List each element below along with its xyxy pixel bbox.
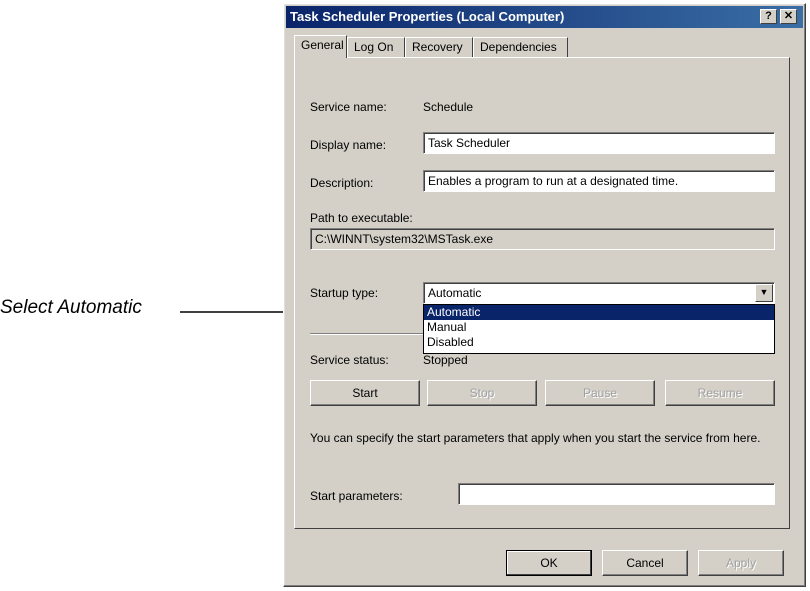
service-status-value: Stopped: [423, 353, 468, 367]
stop-button[interactable]: Stop: [427, 380, 537, 406]
tab-recovery[interactable]: Recovery: [405, 37, 473, 57]
service-name-value: Schedule: [423, 100, 474, 114]
path-label: Path to executable:: [310, 211, 413, 225]
startup-type-select[interactable]: Automatic ▼: [423, 282, 775, 304]
service-status-label: Service status:: [310, 353, 389, 367]
callout-label: Select Automatic: [0, 297, 142, 318]
tab-log-on[interactable]: Log On: [347, 37, 405, 57]
startup-type-label: Startup type:: [310, 286, 379, 300]
properties-dialog: Task Scheduler Properties (Local Compute…: [283, 3, 806, 587]
start-params-label: Start parameters:: [310, 489, 403, 503]
path-field: C:\WINNT\system32\MSTask.exe: [310, 228, 775, 250]
chevron-down-icon[interactable]: ▼: [755, 284, 773, 302]
resume-button[interactable]: Resume: [665, 380, 775, 406]
startup-type-value: Automatic: [428, 286, 482, 300]
pause-button[interactable]: Pause: [545, 380, 655, 406]
display-name-label: Display name:: [310, 138, 387, 152]
tab-dependencies[interactable]: Dependencies: [473, 37, 568, 57]
title-bar[interactable]: Task Scheduler Properties (Local Compute…: [286, 6, 803, 28]
start-params-hint: You can specify the start parameters tha…: [310, 431, 761, 445]
service-name-label: Service name:: [310, 100, 387, 114]
option-automatic[interactable]: Automatic: [424, 305, 774, 320]
window-title: Task Scheduler Properties (Local Compute…: [290, 9, 565, 24]
option-disabled[interactable]: Disabled: [424, 335, 774, 350]
help-button[interactable]: ?: [760, 9, 777, 24]
apply-button[interactable]: Apply: [698, 550, 784, 576]
tab-general[interactable]: General: [294, 35, 347, 58]
startup-type-dropdown: Automatic Manual Disabled: [423, 304, 775, 354]
display-name-field[interactable]: Task Scheduler: [423, 132, 775, 154]
general-panel: Service name: Schedule Display name: Tas…: [294, 57, 790, 529]
ok-button[interactable]: OK: [506, 550, 592, 576]
option-manual[interactable]: Manual: [424, 320, 774, 335]
close-button[interactable]: ✕: [780, 9, 797, 24]
description-field[interactable]: Enables a program to run at a designated…: [423, 170, 775, 192]
start-params-input[interactable]: [458, 483, 775, 505]
start-button[interactable]: Start: [310, 380, 420, 406]
description-label: Description:: [310, 176, 374, 190]
cancel-button[interactable]: Cancel: [602, 550, 688, 576]
